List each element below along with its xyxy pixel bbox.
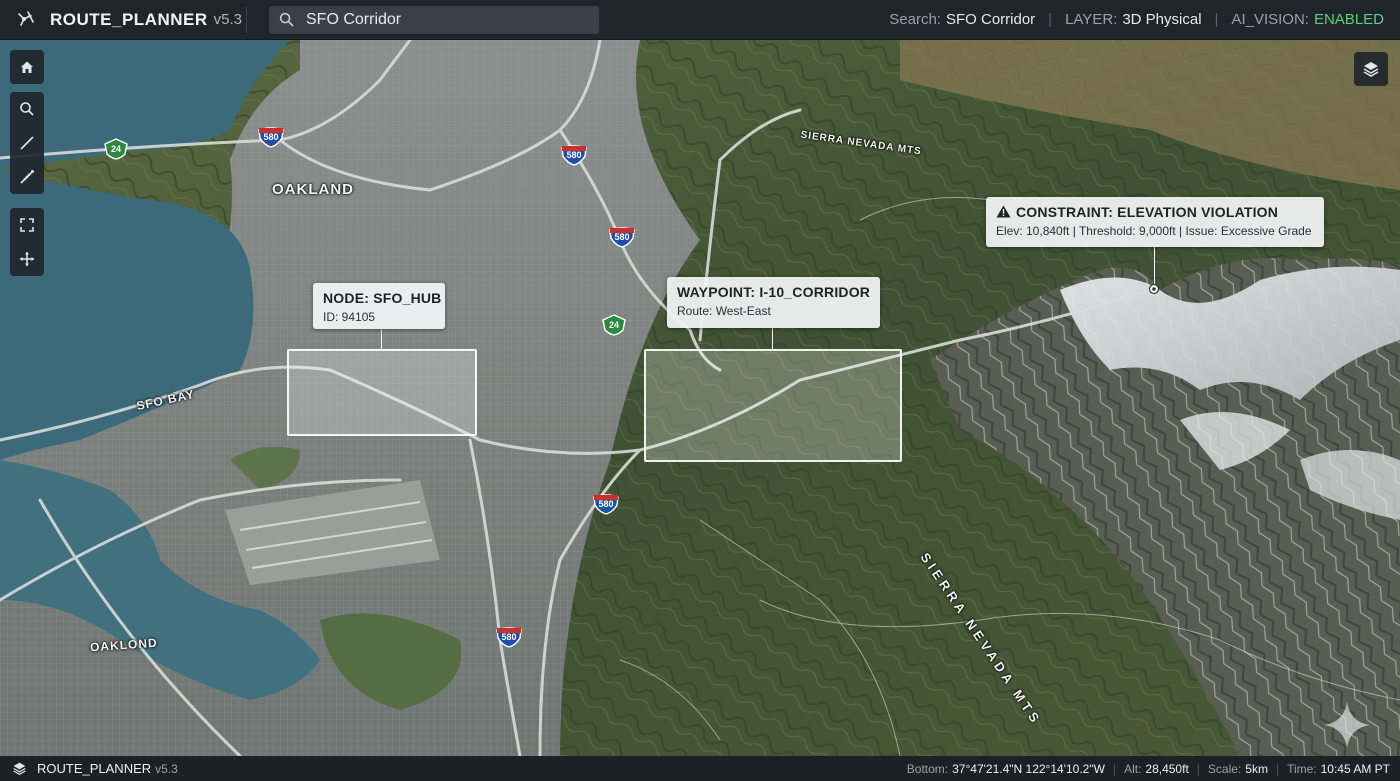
node-leader-line bbox=[381, 329, 382, 349]
layers-button[interactable] bbox=[1354, 52, 1388, 86]
interstate-shield: 580 bbox=[609, 226, 635, 248]
bottom-brand: ROUTE_PLANNER v5.3 bbox=[0, 761, 178, 776]
sparkle-icon bbox=[1324, 702, 1370, 748]
waypoint-title: WAYPOINT: I-10_CORRIDOR bbox=[677, 284, 871, 300]
state-route-shield: 24 bbox=[601, 314, 627, 336]
label-oakland: OAKLAND bbox=[272, 181, 354, 198]
interstate-shield: 580 bbox=[561, 144, 587, 166]
constraint-callout[interactable]: CONSTRAINT: ELEVATION VIOLATION Elev: 10… bbox=[986, 197, 1324, 247]
status-vision-value: ENABLED bbox=[1313, 11, 1384, 28]
brand: ROUTE_PLANNER v5.3 bbox=[0, 10, 246, 30]
status-readout: Search: SFO Corridor | LAYER: 3D Physica… bbox=[889, 11, 1384, 28]
pan-icon bbox=[20, 252, 34, 266]
node-title: NODE: SFO_HUB bbox=[323, 290, 442, 306]
bottom-app-name: ROUTE_PLANNER bbox=[37, 761, 152, 776]
bottom-label: Bottom: bbox=[906, 761, 949, 776]
scale-value: 5km bbox=[1245, 761, 1268, 776]
sfo-hub-highlight[interactable] bbox=[287, 349, 477, 436]
time-value: 10:45 AM PT bbox=[1320, 761, 1390, 776]
view-tools-group bbox=[10, 208, 44, 276]
alt-value: 28,450ft bbox=[1145, 761, 1189, 776]
waypoint-route: Route: West-East bbox=[677, 304, 771, 318]
state-route-shield: 24 bbox=[103, 138, 129, 160]
search-box[interactable] bbox=[269, 5, 599, 34]
line-icon bbox=[20, 136, 34, 150]
waypoint-leader-line bbox=[772, 328, 773, 349]
draw-line-button[interactable] bbox=[10, 126, 44, 160]
time-label: Time: bbox=[1287, 761, 1317, 776]
route-logo-icon bbox=[18, 10, 34, 26]
status-layer-value: 3D Physical bbox=[1122, 11, 1202, 28]
status-vision-label: AI_VISION: bbox=[1231, 11, 1309, 28]
app-title: ROUTE_PLANNER bbox=[50, 9, 208, 29]
divider bbox=[246, 6, 247, 33]
bottom-status-bar: ROUTE_PLANNER v5.3 Bottom: 37°47'21.4"N … bbox=[0, 756, 1400, 781]
warning-icon bbox=[996, 205, 1011, 218]
coordinate-readout: Bottom: 37°47'21.4"N 122°14'10.2"W | Alt… bbox=[906, 761, 1390, 776]
status-search-value: SFO Corridor bbox=[945, 11, 1036, 28]
map-tools-group bbox=[10, 50, 44, 84]
scale-label: Scale: bbox=[1207, 761, 1242, 776]
search-input[interactable] bbox=[304, 9, 588, 30]
waypoint-callout[interactable]: WAYPOINT: I-10_CORRIDOR Route: West-East bbox=[667, 277, 880, 328]
home-button[interactable] bbox=[10, 50, 44, 84]
search-icon bbox=[279, 12, 294, 27]
zoom-search-button[interactable] bbox=[10, 92, 44, 126]
ruler-icon bbox=[20, 170, 34, 184]
layers-icon bbox=[1363, 62, 1379, 77]
measure-button[interactable] bbox=[10, 160, 44, 194]
search-icon bbox=[20, 102, 34, 116]
constraint-title: CONSTRAINT: ELEVATION VIOLATION bbox=[996, 204, 1314, 220]
home-icon bbox=[21, 61, 33, 73]
status-search-label: Search: bbox=[889, 11, 941, 28]
interstate-shield: 580 bbox=[258, 126, 284, 148]
fullscreen-button[interactable] bbox=[10, 208, 44, 242]
pan-button[interactable] bbox=[10, 242, 44, 276]
top-bar: ROUTE_PLANNER v5.3 Search: SFO Corridor … bbox=[0, 0, 1400, 40]
app-version: v5.3 bbox=[213, 11, 242, 28]
bottom-app-version: v5.3 bbox=[155, 761, 178, 776]
interstate-shield: 580 bbox=[593, 493, 619, 515]
bottom-coordinates: 37°47'21.4"N 122°14'10.2"W bbox=[952, 761, 1105, 776]
corridor-highlight[interactable] bbox=[644, 349, 902, 462]
alt-label: Alt: bbox=[1124, 761, 1142, 776]
fullscreen-icon bbox=[20, 218, 34, 232]
map-view[interactable]: OAKLAND OAKLOND SFO BAY SIERRA NEVADA MT… bbox=[0, 40, 1400, 756]
node-id: ID: 94105 bbox=[323, 310, 376, 324]
constraint-details: Elev: 10,840ft | Threshold: 9,000ft | Is… bbox=[996, 224, 1312, 238]
layers-icon bbox=[13, 762, 26, 776]
node-callout[interactable]: NODE: SFO_HUB ID: 94105 bbox=[313, 283, 445, 329]
status-layer-label: LAYER: bbox=[1065, 11, 1118, 28]
interstate-shield: 580 bbox=[496, 626, 522, 648]
constraint-marker[interactable] bbox=[1147, 282, 1161, 296]
measure-tools-group bbox=[10, 92, 44, 194]
